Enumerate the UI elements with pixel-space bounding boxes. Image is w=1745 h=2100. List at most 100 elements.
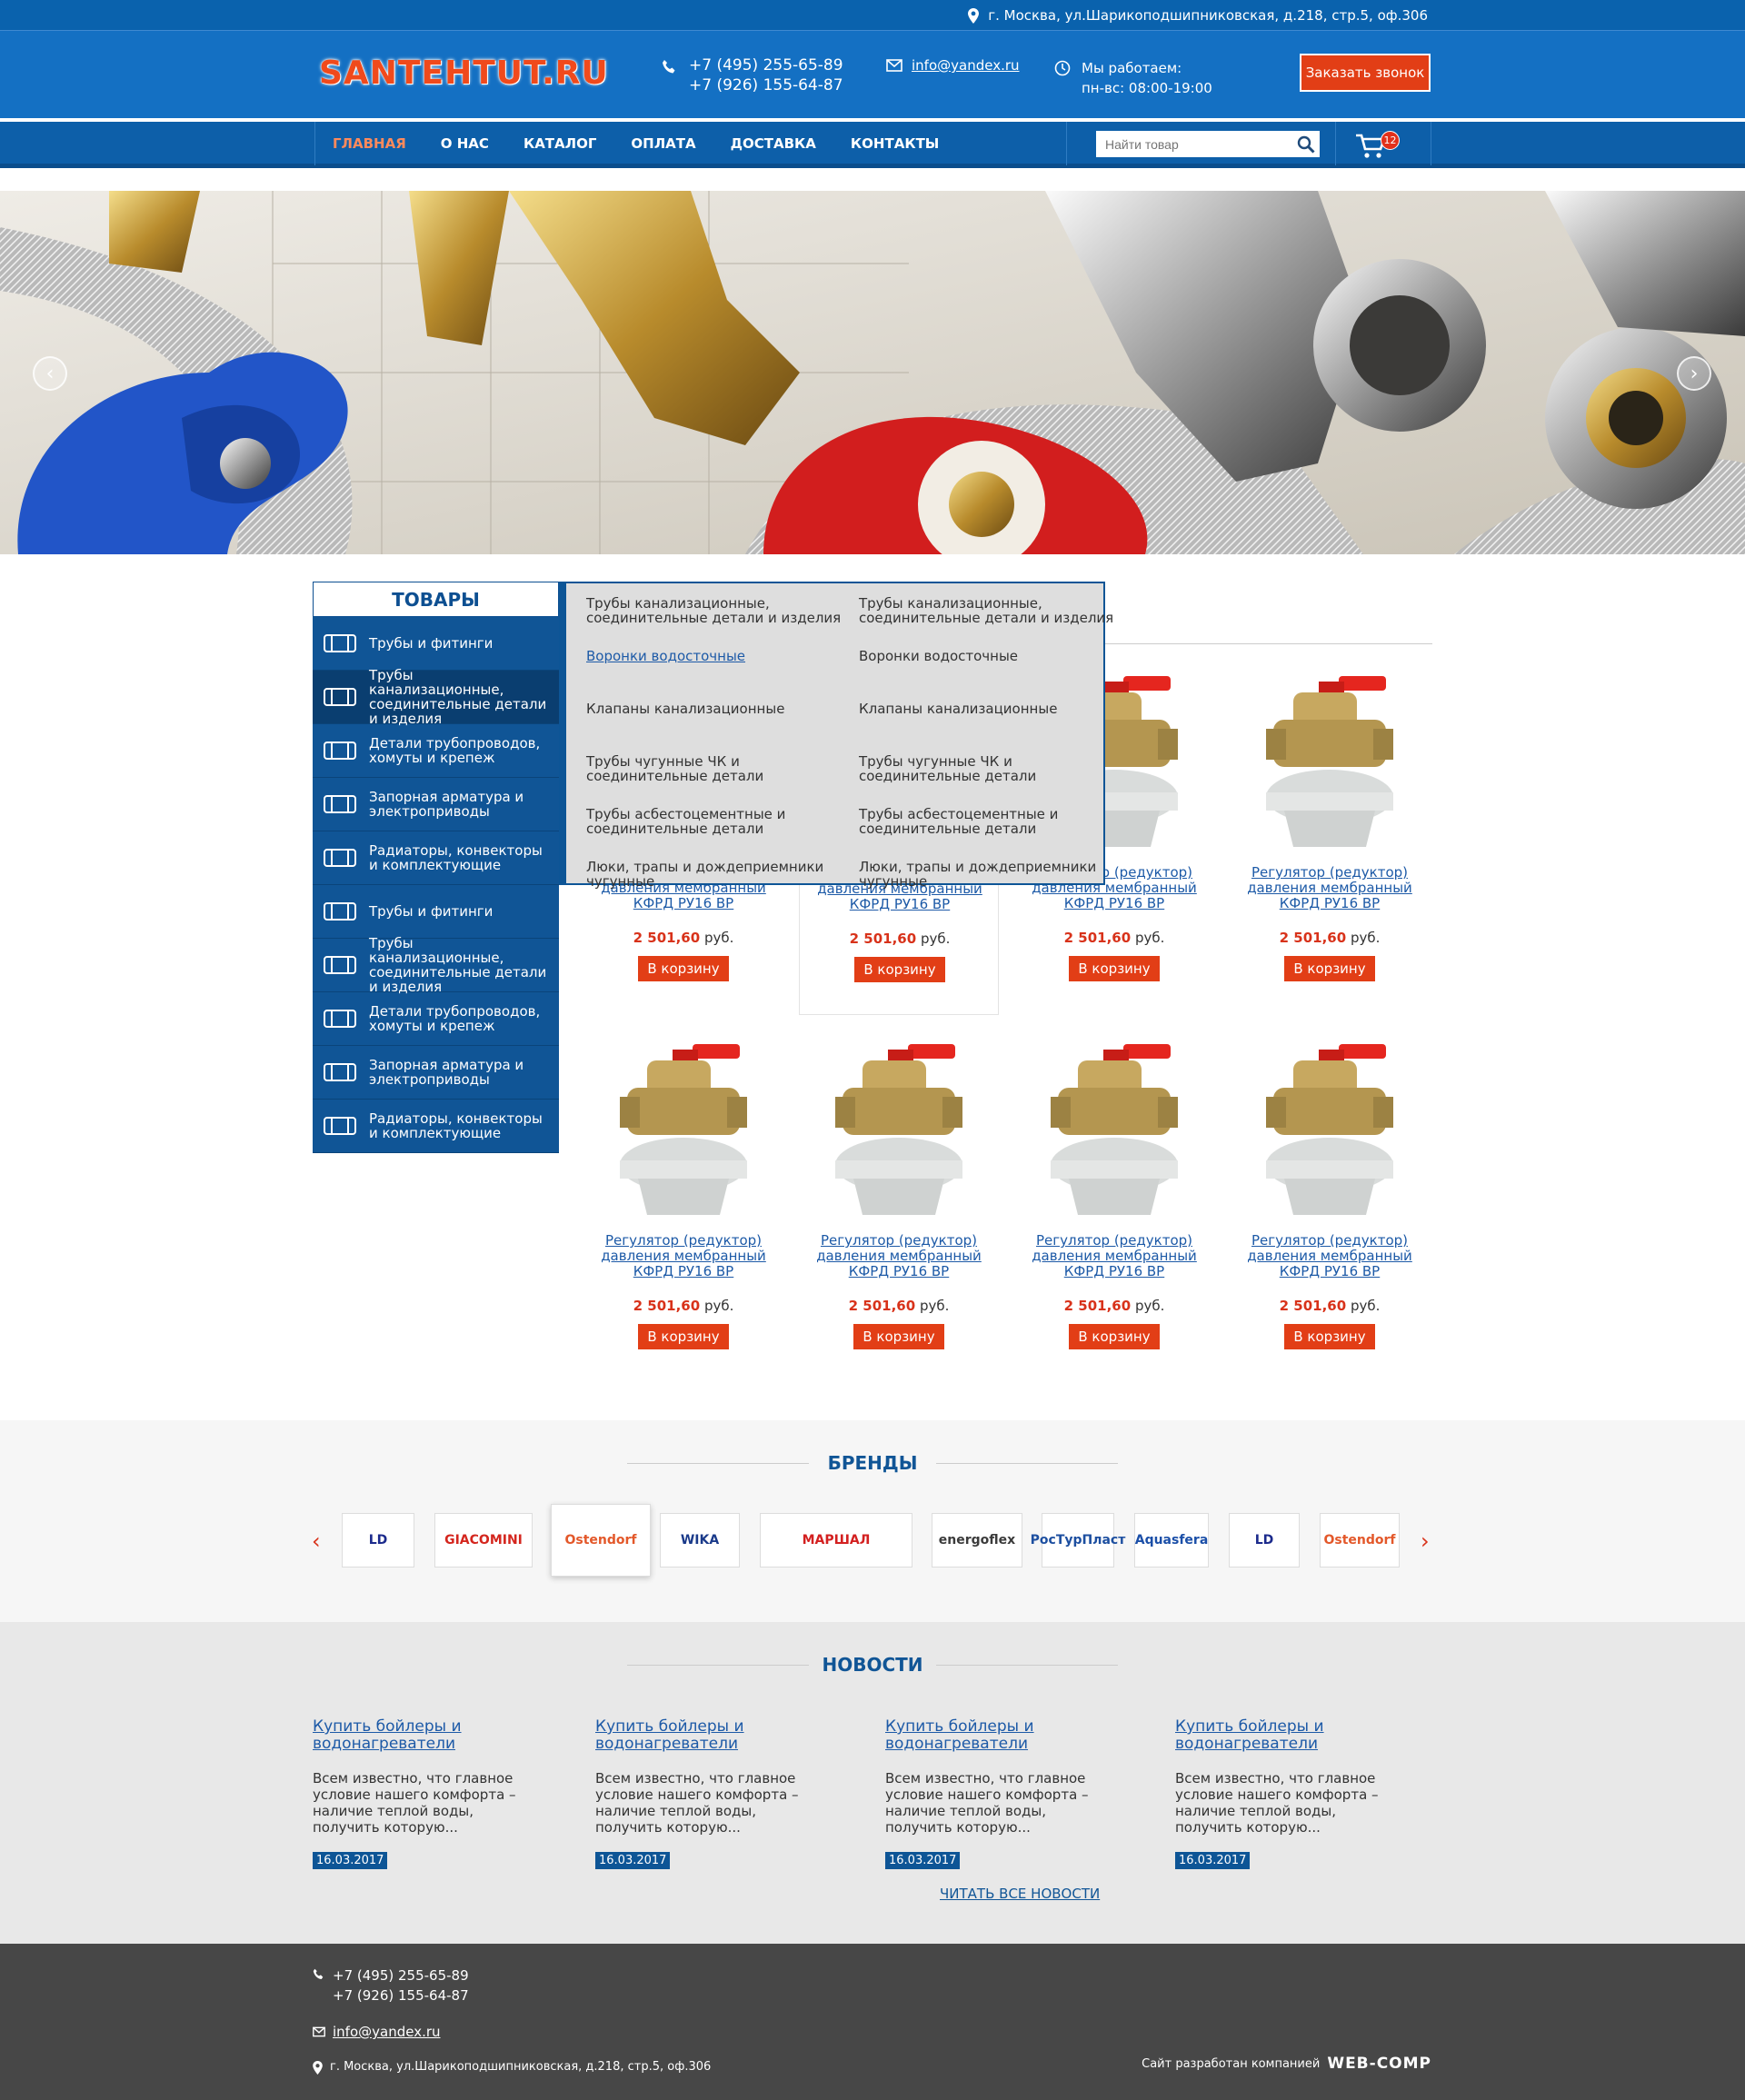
- dev-company-logo[interactable]: WEB-COMP: [1327, 2055, 1431, 2073]
- header-phones: +7 (495) 255-65-89 +7 (926) 155-64-87: [662, 55, 843, 95]
- marshal-logo[interactable]: МАРШАЛ: [760, 1513, 912, 1568]
- product-image[interactable]: [1266, 1042, 1393, 1229]
- nav-item-contacts[interactable]: КОНТАКТЫ: [833, 122, 956, 165]
- product-name[interactable]: Регулятор (редуктор) давления мембранный…: [799, 1233, 999, 1279]
- header-email-link[interactable]: info@yandex.ru: [912, 57, 1020, 74]
- sidebar-item-label: Запорная арматура и электроприводы: [369, 1057, 524, 1088]
- submenu-item[interactable]: Клапаны канализационные: [859, 702, 1122, 754]
- pipe-clamp-icon: [313, 724, 367, 778]
- sidebar-item[interactable]: Детали трубопроводов, хомуты и крепеж: [313, 724, 559, 778]
- search-icon: [1297, 135, 1315, 154]
- wika-logo[interactable]: WIKA: [660, 1513, 740, 1568]
- hero-image: [0, 191, 1745, 554]
- product-name[interactable]: Регулятор (редуктор) давления мембранный…: [1014, 1233, 1214, 1279]
- sidebar-item[interactable]: Трубы и фитинги: [313, 617, 559, 671]
- footer: +7 (495) 255-65-89 +7 (926) 155-64-87 in…: [0, 1944, 1745, 2100]
- add-to-cart-button[interactable]: В корзину: [854, 957, 945, 982]
- section-divider: [1105, 643, 1432, 644]
- sidebar-item[interactable]: Трубы канализационные, соединительные де…: [313, 936, 559, 994]
- sidebar-item[interactable]: Запорная арматура и электроприводы: [313, 1046, 559, 1100]
- hero-next-arrow[interactable]: ›: [1677, 356, 1711, 391]
- sidebar-item[interactable]: Радиаторы, конвекторы и комплектующие: [313, 1100, 559, 1153]
- submenu-item[interactable]: Люки, трапы и дождеприемники чугунные: [859, 860, 1122, 912]
- product-card[interactable]: Регулятор (редуктор) давления мембранный…: [799, 1042, 999, 1349]
- product-card[interactable]: Регулятор (редуктор) давления мембранный…: [1014, 1042, 1214, 1349]
- sidebar-list: Трубы и фитинги Трубы канализационные, со…: [313, 617, 559, 1153]
- news-item-title[interactable]: Купить бойлеры и водонагреватели: [313, 1718, 531, 1753]
- giacomini-logo[interactable]: GIACOMINI: [434, 1513, 533, 1568]
- product-card[interactable]: Регулятор (редуктор) давления мембранный…: [583, 1042, 783, 1349]
- all-news-link[interactable]: ЧИТАТЬ ВСЕ НОВОСТИ: [940, 1886, 1100, 1902]
- footer-phone-2[interactable]: +7 (926) 155-64-87: [333, 1986, 469, 2005]
- rosturplast-logo[interactable]: РосТурПласт: [1031, 1513, 1125, 1568]
- price-currency: руб.: [1134, 930, 1165, 946]
- footer-phone-1[interactable]: +7 (495) 255-65-89: [333, 1966, 469, 1986]
- news-item-date: 16.03.2017: [313, 1852, 388, 1869]
- nav-item-payment[interactable]: ОПЛАТА: [613, 122, 713, 165]
- product-name[interactable]: Регулятор (редуктор) давления мембранный…: [1230, 1233, 1430, 1279]
- radiator-icon: [313, 831, 367, 885]
- submenu-item[interactable]: Трубы чугунные ЧК и соединительные детал…: [586, 754, 859, 807]
- product-price: 2 501,60 руб.: [583, 1298, 783, 1314]
- submenu-item[interactable]: Воронки водосточные: [859, 649, 1122, 702]
- submenu-item[interactable]: Люки, трапы и дождеприемники чугунные: [586, 860, 859, 912]
- submenu-item[interactable]: Воронки водосточные: [586, 649, 859, 702]
- ostendorf-logo[interactable]: Ostendorf: [1320, 1513, 1400, 1568]
- footer-email-link[interactable]: info@yandex.ru: [333, 2024, 441, 2040]
- news-item-title[interactable]: Купить бойлеры и водонагреватели: [1175, 1718, 1393, 1753]
- cart-count-badge: 12: [1381, 131, 1400, 150]
- ld-logo[interactable]: LD: [1229, 1513, 1300, 1568]
- product-card[interactable]: Регулятор (редуктор) давления мембранный…: [1230, 1042, 1430, 1349]
- add-to-cart-button[interactable]: В корзину: [1284, 956, 1375, 981]
- nav-item-catalog[interactable]: КАТАЛОГ: [506, 122, 613, 165]
- envelope-icon: [313, 2026, 325, 2037]
- product-price: 2 501,60 руб.: [799, 1298, 999, 1314]
- top-address-text: г. Москва, ул.Шарикоподшипниковская, д.2…: [988, 7, 1428, 24]
- product-image[interactable]: [1266, 674, 1393, 861]
- header-phone-2[interactable]: +7 (926) 155-64-87: [689, 75, 843, 95]
- aquasfera-logo[interactable]: Aquasfera: [1134, 1513, 1209, 1568]
- hero-prev-arrow[interactable]: ‹: [33, 356, 67, 391]
- search-input[interactable]: [1096, 131, 1294, 157]
- product-name[interactable]: Регулятор (редуктор) давления мембранный…: [583, 1233, 783, 1279]
- site-logo[interactable]: SANTEHTUT.RU: [319, 55, 609, 92]
- submenu-item[interactable]: Трубы асбестоцементные и соединительные …: [586, 807, 859, 860]
- ostendorf-logo[interactable]: Ostendorf: [551, 1504, 651, 1577]
- submenu-item[interactable]: Трубы асбестоцементные и соединительные …: [859, 807, 1122, 860]
- ld-logo[interactable]: LD: [342, 1513, 414, 1568]
- sidebar-item-label: Запорная арматура и электроприводы: [369, 789, 524, 820]
- nav-item-delivery[interactable]: ДОСТАВКА: [713, 122, 833, 165]
- add-to-cart-button[interactable]: В корзину: [1069, 1324, 1160, 1349]
- product-name[interactable]: Регулятор (редуктор) давления мембранный…: [1230, 865, 1430, 911]
- energoflex-logo[interactable]: energoflex: [932, 1513, 1022, 1568]
- product-card[interactable]: Регулятор (редуктор) давления мембранный…: [1230, 674, 1430, 981]
- product-image[interactable]: [1051, 1042, 1178, 1229]
- news-item-title[interactable]: Купить бойлеры и водонагреватели: [595, 1718, 813, 1753]
- brands-prev-arrow[interactable]: ‹: [312, 1528, 321, 1554]
- brands-next-arrow[interactable]: ›: [1421, 1528, 1430, 1554]
- sidebar-item[interactable]: Запорная арматура и электроприводы: [313, 778, 559, 831]
- add-to-cart-button[interactable]: В корзину: [853, 1324, 944, 1349]
- submenu-item[interactable]: Трубы канализационные, соединительные де…: [859, 596, 1122, 649]
- sidebar-item[interactable]: Детали трубопроводов, хомуты и крепеж: [313, 992, 559, 1046]
- sidebar-item[interactable]: Радиаторы, конвекторы и комплектующие: [313, 831, 559, 885]
- submenu-item[interactable]: Клапаны канализационные: [586, 702, 859, 754]
- nav-item-about[interactable]: О НАС: [424, 122, 506, 165]
- product-image[interactable]: [835, 1042, 962, 1229]
- header-phone-1[interactable]: +7 (495) 255-65-89: [689, 55, 843, 75]
- add-to-cart-button[interactable]: В корзину: [638, 956, 729, 981]
- add-to-cart-button[interactable]: В корзину: [638, 1324, 729, 1349]
- add-to-cart-button[interactable]: В корзину: [1284, 1324, 1375, 1349]
- nav-item-home[interactable]: ГЛАВНАЯ: [315, 122, 424, 165]
- callback-button[interactable]: Заказать звонок: [1300, 54, 1431, 92]
- news-item-date: 16.03.2017: [885, 1852, 961, 1869]
- sidebar-item[interactable]: Трубы канализационные, соединительные де…: [313, 668, 559, 726]
- add-to-cart-button[interactable]: В корзину: [1069, 956, 1160, 981]
- footer-email: info@yandex.ru: [313, 2024, 441, 2040]
- news-item-title[interactable]: Купить бойлеры и водонагреватели: [885, 1718, 1103, 1753]
- submenu-item[interactable]: Трубы чугунные ЧК и соединительные детал…: [859, 754, 1122, 807]
- sidebar-item[interactable]: Трубы и фитинги: [313, 885, 559, 939]
- search-button[interactable]: [1292, 131, 1320, 157]
- product-image[interactable]: [620, 1042, 747, 1229]
- submenu-item[interactable]: Трубы канализационные, соединительные де…: [586, 596, 859, 649]
